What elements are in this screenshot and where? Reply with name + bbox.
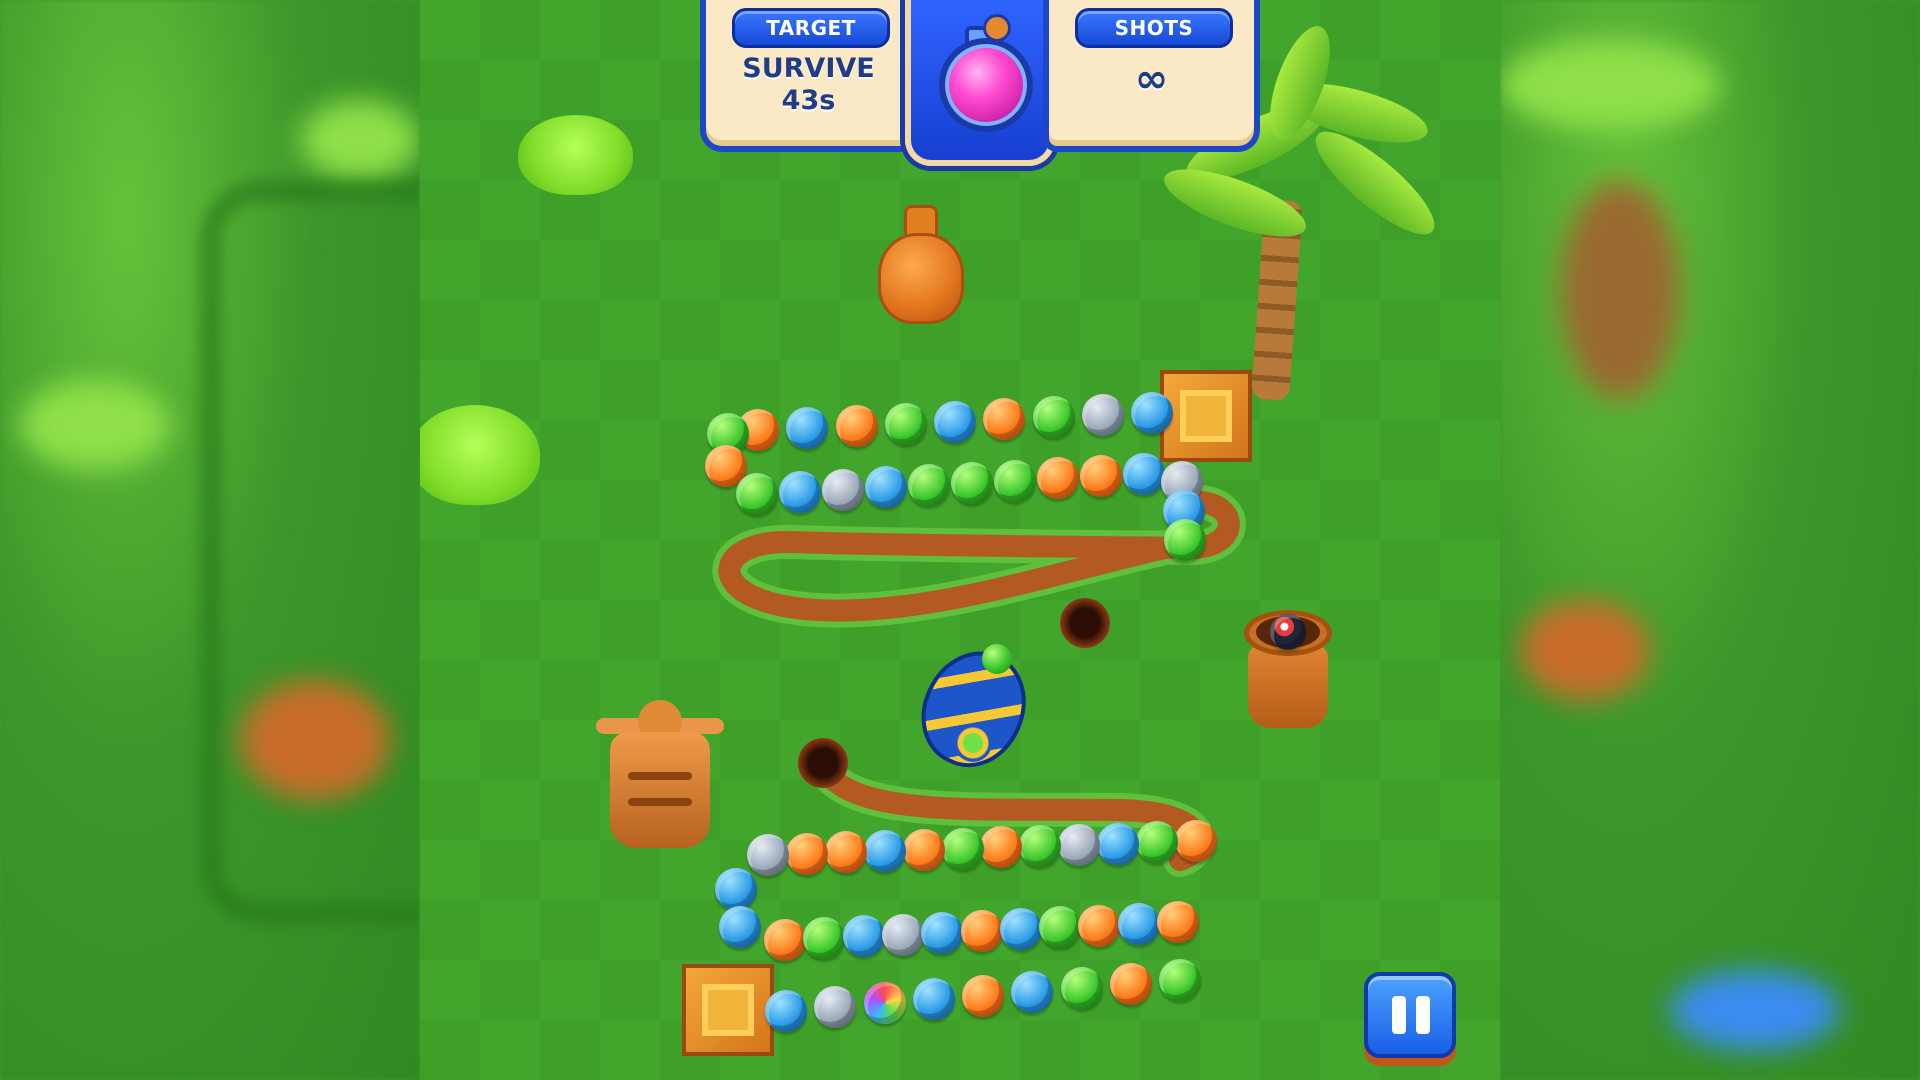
next-ball [982, 644, 1012, 674]
ball-orange [962, 974, 1004, 1017]
ball-green [884, 402, 927, 445]
bush-top [518, 115, 633, 195]
ball-blue [934, 400, 976, 443]
shots-label: SHOTS [1075, 8, 1233, 48]
ball-green [994, 459, 1036, 502]
ball-orange [1078, 904, 1121, 947]
track-end-hole-upper [1060, 598, 1110, 648]
shots-panel: SHOTS ∞ [1043, 0, 1260, 152]
current-ball [954, 724, 992, 762]
ball-green [941, 827, 984, 870]
ball-orange [1175, 820, 1217, 862]
ball-blue [921, 911, 964, 954]
blurred-background-right [1500, 0, 1920, 1080]
track-end-hole-lower [798, 738, 848, 788]
ball-rainbow [863, 982, 906, 1025]
ball-orange [824, 831, 867, 874]
target-time: 43s [781, 85, 836, 116]
ball-orange [1157, 901, 1199, 943]
powerup-panel[interactable] [905, 0, 1055, 166]
ball-green [1164, 519, 1206, 561]
ball-green [908, 464, 950, 507]
bush-left [420, 405, 540, 505]
ball-blue [1131, 392, 1173, 434]
target-label: TARGET [732, 8, 890, 48]
clay-pot-with-ball [1238, 610, 1338, 728]
ball-orange [1109, 962, 1152, 1005]
ball-spawner-box-top [1160, 370, 1252, 462]
ball-shooter-cannon[interactable] [903, 634, 1045, 784]
ball-green [1159, 959, 1201, 1001]
target-goal: SURVIVE [742, 53, 875, 84]
ball-orange [785, 832, 828, 875]
tiki-idol [596, 700, 724, 848]
ball-blue [1011, 970, 1054, 1013]
shots-value: ∞ [1134, 56, 1169, 102]
ball-orange [902, 828, 945, 871]
pause-icon [1392, 996, 1406, 1034]
ball-blue [999, 908, 1042, 951]
ball-blue [715, 868, 757, 910]
ball-orange [1080, 455, 1122, 498]
ball-blue [786, 406, 829, 449]
ball-gray [747, 834, 789, 876]
ball-blue [779, 470, 821, 513]
ball-spawner-box-bottom [682, 964, 774, 1056]
ball-gray [881, 913, 924, 956]
bomb-ball [1270, 614, 1306, 650]
ball-orange [835, 404, 878, 447]
ball-gray [1058, 823, 1101, 866]
ball-blue [1123, 453, 1165, 495]
ball-blue [1097, 822, 1140, 865]
ball-green [951, 461, 993, 504]
ball-orange [764, 919, 806, 961]
potion-icon [939, 38, 1033, 132]
blurred-background-left [0, 0, 420, 1080]
ball-green [1032, 396, 1075, 439]
ball-green [736, 473, 778, 515]
ball-gray [1081, 394, 1124, 437]
ball-blue [842, 915, 885, 958]
ball-blue [863, 830, 906, 873]
pause-button[interactable] [1364, 972, 1456, 1058]
target-panel: TARGET SURVIVE 43s [700, 0, 917, 152]
potion-cork [983, 14, 1011, 42]
clay-vase [878, 205, 964, 324]
ball-orange [960, 910, 1003, 952]
ball-blue [912, 978, 955, 1021]
ball-blue [1117, 902, 1160, 945]
ball-green [1060, 966, 1103, 1009]
ball-gray [822, 468, 864, 511]
pause-icon-bar [1416, 996, 1430, 1034]
ball-blue [719, 906, 761, 948]
ball-blue [765, 990, 807, 1032]
hud-bar: TARGET SURVIVE 43s SHOTS ∞ [700, 0, 1260, 166]
